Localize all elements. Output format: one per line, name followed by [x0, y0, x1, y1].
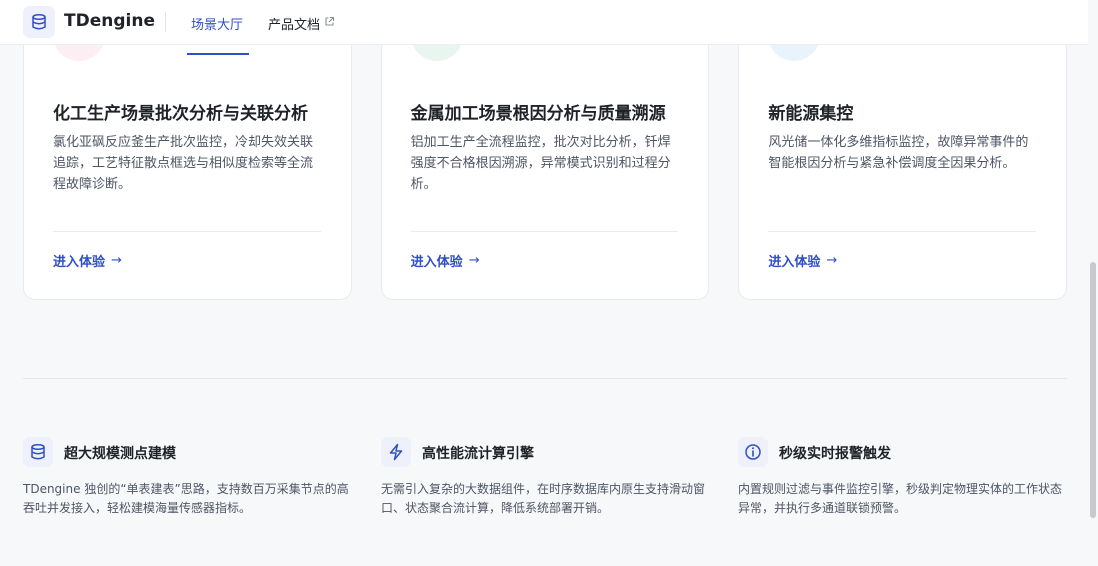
arrow-right-icon: →	[468, 253, 480, 268]
enter-experience-link[interactable]: 进入体验 →	[768, 251, 837, 270]
brand-name[interactable]: TDengine	[64, 11, 155, 31]
card-description: 铝加工生产全流程监控，批次对比分析，钎焊强度不合格根因溯源，异常模式识别和过程分…	[410, 135, 671, 192]
lightning-icon	[381, 437, 411, 467]
nav-scene-hall[interactable]: 场景大厅	[191, 14, 243, 33]
database-logo-icon[interactable]	[23, 6, 55, 38]
top-header: TDengine 场景大厅 产品文档	[0, 0, 1088, 45]
feature-description: 无需引入复杂的大数据组件，在时序数据库内原生支持滑动窗口、状态聚合流计算，降低系…	[381, 482, 706, 515]
card-divider	[53, 231, 321, 232]
feature-title: 秒级实时报警触发	[779, 446, 891, 462]
arrow-right-icon: →	[111, 253, 122, 268]
card-divider	[768, 231, 1037, 232]
nav-label: 产品文档	[268, 18, 321, 33]
scrollbar-thumb[interactable]	[1090, 262, 1096, 518]
external-link-icon	[324, 16, 335, 31]
link-label: 进入体验	[410, 255, 463, 270]
card-divider	[410, 231, 679, 232]
section-divider	[23, 378, 1067, 379]
enter-experience-link[interactable]: 进入体验 →	[411, 251, 480, 270]
info-icon	[738, 437, 768, 467]
card-title: 化工生产场景批次分析与关联分析	[53, 104, 308, 124]
feature-title: 高性能流计算引擎	[422, 446, 534, 462]
link-label: 进入体验	[768, 255, 821, 270]
feature-description: 内置规则过滤与事件监控引擎，秒级判定物理实体的工作状态异常，并执行多通道联锁预警…	[738, 482, 1063, 515]
link-label: 进入体验	[53, 255, 106, 270]
scenario-card-energy: 新能源集控 风光储一体化多维指标监控，故障异常事件的智能根因分析与紧急补偿调度全…	[738, 0, 1068, 300]
feature-description: TDengine 独创的“单表建表”思路，支持数百万采集节点的高吞吐并发接入，轻…	[23, 482, 349, 515]
arrow-right-icon: →	[826, 253, 838, 268]
enter-experience-link[interactable]: 进入体验 →	[53, 251, 122, 270]
header-divider	[165, 12, 166, 32]
card-title: 新能源集控	[768, 104, 854, 124]
card-description: 氯化亚砜反应釜生产批次监控，冷却失效关联追踪，工艺特征散点框选与相似度检索等全流…	[53, 135, 314, 192]
card-description: 风光储一体化多维指标监控，故障异常事件的智能根因分析与紧急补偿调度全因果分析。	[768, 135, 1029, 171]
database-icon	[23, 437, 53, 467]
scenario-card-metal: 金属加工场景根因分析与质量溯源 铝加工生产全流程监控，批次对比分析，钎焊强度不合…	[380, 0, 710, 300]
nav-label: 场景大厅	[191, 18, 244, 33]
card-title: 金属加工场景根因分析与质量溯源	[410, 104, 666, 124]
scenario-cards: 化工生产场景批次分析与关联分析 氯化亚砜反应釜生产批次监控，冷却失效关联追踪，工…	[23, 0, 1068, 300]
feature-title: 超大规模测点建模	[64, 446, 176, 462]
scenario-card-chemical: 化工生产场景批次分析与关联分析 氯化亚砜反应釜生产批次监控，冷却失效关联追踪，工…	[23, 0, 352, 300]
nav-product-docs[interactable]: 产品文档	[268, 14, 335, 33]
active-nav-indicator	[187, 53, 249, 55]
